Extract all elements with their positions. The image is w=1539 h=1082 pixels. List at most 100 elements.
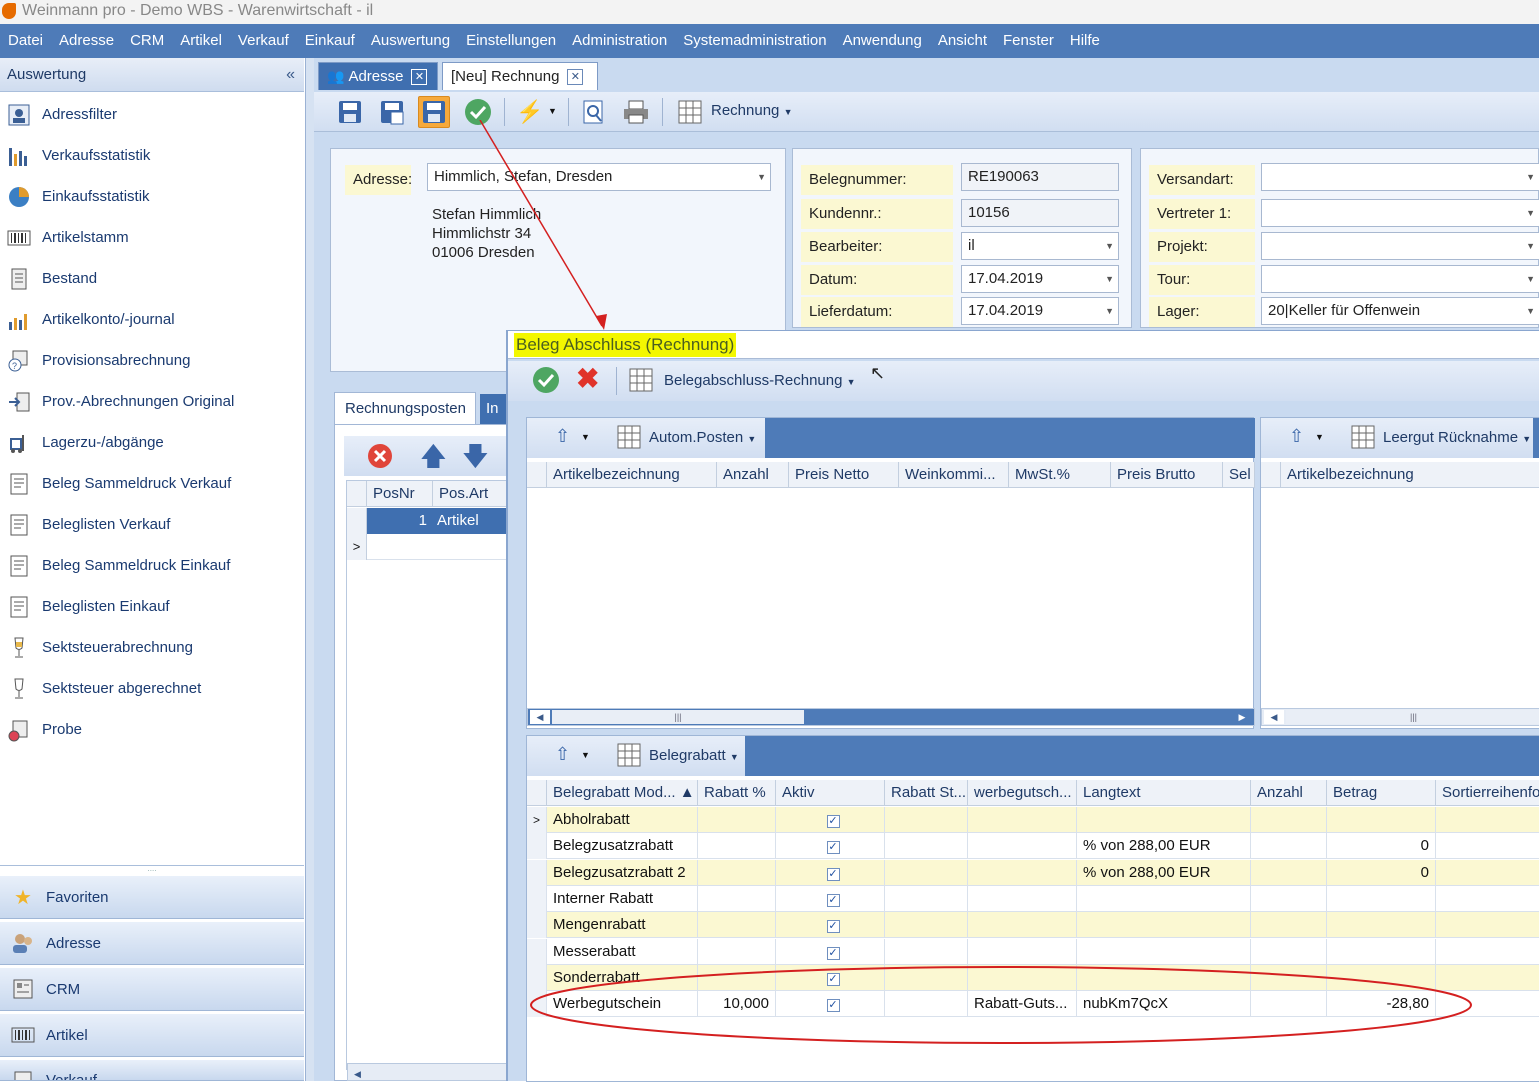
table-row[interactable]: Belegzusatzrabatt ✓ % von 288,00 EUR 0 bbox=[527, 833, 1539, 860]
cell-langtext[interactable]: % von 288,00 EUR bbox=[1077, 833, 1251, 860]
column-rabatt-prozent[interactable]: Rabatt % bbox=[698, 780, 776, 806]
cell-werbe[interactable] bbox=[968, 833, 1077, 860]
leergut-dropdown[interactable]: Leergut Rücknahme ▼ bbox=[1383, 429, 1531, 446]
sidebar-item-einkaufsstatistik[interactable]: Einkaufsstatistik bbox=[0, 176, 304, 217]
cancel-button[interactable]: ✖ bbox=[576, 364, 599, 394]
export-icon[interactable]: ⇧ bbox=[555, 426, 570, 447]
cell-rabatt[interactable] bbox=[698, 885, 776, 912]
cell-st[interactable] bbox=[885, 885, 968, 912]
tab-adresse[interactable]: 👥 Adresse ✕ bbox=[318, 62, 438, 90]
column-preis-brutto[interactable]: Preis Brutto bbox=[1111, 462, 1223, 488]
cell-name[interactable]: Belegzusatzrabatt 2 bbox=[547, 859, 698, 886]
sidebar-item-artikelkonto[interactable]: Artikelkonto/-journal bbox=[0, 299, 304, 340]
column-rabatt-st[interactable]: Rabatt St... bbox=[885, 780, 968, 806]
cell-betrag[interactable] bbox=[1327, 807, 1436, 833]
column-sel[interactable]: Sel bbox=[1223, 462, 1255, 488]
menu-hilfe[interactable]: Hilfe bbox=[1062, 24, 1108, 58]
cell-name[interactable]: Mengenrabatt bbox=[547, 912, 698, 939]
sidebar-item-provisionsabrechnung[interactable]: ? Provisionsabrechnung bbox=[0, 340, 304, 381]
chevron-down-icon[interactable]: ▼ bbox=[1315, 432, 1324, 442]
cell-st[interactable] bbox=[885, 833, 968, 860]
close-icon[interactable]: ✕ bbox=[567, 68, 584, 85]
column-langtext[interactable]: Langtext bbox=[1077, 780, 1251, 806]
save-new-button[interactable] bbox=[376, 96, 408, 128]
cell-sort[interactable] bbox=[1436, 807, 1539, 833]
cell-langtext[interactable] bbox=[1077, 885, 1251, 912]
nav-favoriten[interactable]: ★ Favoriten bbox=[0, 875, 304, 919]
menu-crm[interactable]: CRM bbox=[122, 24, 172, 58]
column-weinkommission[interactable]: Weinkommi... bbox=[899, 462, 1009, 488]
cell-name[interactable]: Interner Rabatt bbox=[547, 885, 698, 912]
menu-adresse[interactable]: Adresse bbox=[51, 24, 122, 58]
sidebar-splitter[interactable]: .... bbox=[0, 865, 304, 873]
print-icon[interactable] bbox=[620, 96, 652, 128]
cell-werbe[interactable] bbox=[968, 859, 1077, 886]
menu-einstellungen[interactable]: Einstellungen bbox=[458, 24, 564, 58]
menu-artikel[interactable]: Artikel bbox=[172, 24, 230, 58]
aktiv-checkbox[interactable]: ✓ bbox=[826, 841, 840, 855]
new-row[interactable] bbox=[367, 534, 515, 560]
column-leergut-artikelbezeichnung[interactable]: Artikelbezeichnung bbox=[1281, 462, 1539, 488]
aktiv-checkbox[interactable]: ✓ bbox=[826, 867, 840, 881]
table-row[interactable]: > Abholrabatt ✓ bbox=[527, 807, 1539, 833]
tab-neu-rechnung[interactable]: [Neu] Rechnung ✕ bbox=[442, 62, 598, 90]
aktiv-checkbox[interactable]: ✓ bbox=[826, 893, 840, 907]
menu-einkauf[interactable]: Einkauf bbox=[297, 24, 363, 58]
move-up-icon[interactable]: 🡅 bbox=[420, 442, 447, 470]
grid-layout-icon[interactable] bbox=[617, 425, 641, 453]
menu-datei[interactable]: Datei bbox=[0, 24, 51, 58]
belegabschluss-layout-dropdown[interactable]: Belegabschluss-Rechnung ▼ bbox=[664, 372, 856, 389]
cell-anzahl[interactable] bbox=[1251, 859, 1327, 886]
grid-layout-icon[interactable] bbox=[628, 367, 654, 397]
sidebar-item-prov-abrechnungen-original[interactable]: Prov.-Abrechnungen Original bbox=[0, 381, 304, 422]
column-preis-netto[interactable]: Preis Netto bbox=[789, 462, 899, 488]
export-icon[interactable]: ⇧ bbox=[1289, 426, 1304, 447]
cell-langtext[interactable] bbox=[1077, 807, 1251, 833]
datum-field[interactable]: 17.04.2019 ▼ bbox=[961, 265, 1119, 293]
grid-layout-icon[interactable] bbox=[1351, 425, 1375, 453]
column-anzahl[interactable]: Anzahl bbox=[717, 462, 789, 488]
chevron-down-icon[interactable]: ▼ bbox=[548, 106, 557, 116]
move-down-icon[interactable]: 🡇 bbox=[462, 442, 489, 470]
sidebar-item-bestand[interactable]: Bestand bbox=[0, 258, 304, 299]
versandart-select[interactable]: ▼ bbox=[1261, 163, 1539, 191]
cell-werbe[interactable] bbox=[968, 885, 1077, 912]
cell-sort[interactable] bbox=[1436, 860, 1539, 886]
cell-werbe[interactable] bbox=[968, 912, 1077, 939]
chevron-down-icon[interactable]: ▼ bbox=[581, 432, 590, 442]
kundennr-field[interactable]: 10156 bbox=[961, 199, 1119, 227]
menu-anwendung[interactable]: Anwendung bbox=[835, 24, 930, 58]
leergut-scrollbar[interactable]: ◀ ||| bbox=[1261, 708, 1539, 726]
nav-artikel[interactable]: Artikel bbox=[0, 1013, 304, 1057]
delete-row-icon[interactable] bbox=[366, 442, 394, 474]
sidebar-item-sektsteuerabrechnung[interactable]: Sektsteuerabrechnung bbox=[0, 627, 304, 668]
cell-rabatt[interactable] bbox=[698, 912, 776, 939]
cell-rabatt[interactable] bbox=[698, 859, 776, 886]
nav-verkauf[interactable]: Verkauf bbox=[0, 1059, 304, 1081]
autom-posten-dropdown[interactable]: Autom.Posten ▼ bbox=[649, 429, 756, 446]
cell-betrag[interactable]: 0 bbox=[1327, 859, 1436, 886]
sidebar-item-sektsteuer-abgerechnet[interactable]: Sektsteuer abgerechnet bbox=[0, 668, 304, 709]
cell-anzahl[interactable] bbox=[1251, 807, 1327, 833]
sidebar-item-adressfilter[interactable]: Adressfilter bbox=[0, 94, 304, 135]
column-anzahl[interactable]: Anzahl bbox=[1251, 780, 1327, 806]
sidebar-item-beleg-sammeldruck-verkauf[interactable]: Beleg Sammeldruck Verkauf bbox=[0, 463, 304, 504]
grid-layout-icon[interactable] bbox=[617, 743, 641, 771]
cell-st[interactable] bbox=[885, 807, 968, 833]
vertical-splitter[interactable] bbox=[306, 58, 314, 1081]
cell-betrag[interactable] bbox=[1327, 912, 1436, 939]
sidebar-item-probe[interactable]: Probe bbox=[0, 709, 304, 750]
cell-sort[interactable] bbox=[1436, 833, 1539, 859]
cell-werbe[interactable] bbox=[968, 807, 1077, 833]
save-button[interactable] bbox=[418, 96, 450, 128]
lager-select[interactable]: 20|Keller für Offenwein ▼ bbox=[1261, 297, 1539, 325]
lieferdatum-field[interactable]: 17.04.2019 ▼ bbox=[961, 297, 1119, 325]
collapse-sidebar-button[interactable]: « bbox=[286, 58, 295, 92]
cell-anzahl[interactable] bbox=[1251, 833, 1327, 860]
column-werbegutschein[interactable]: werbegutsch... bbox=[968, 780, 1077, 806]
cell-langtext[interactable] bbox=[1077, 912, 1251, 939]
sidebar-item-lagerzu-abgaenge[interactable]: Lagerzu-/abgänge bbox=[0, 422, 304, 463]
column-posart[interactable]: Pos.Art bbox=[433, 481, 515, 507]
menu-fenster[interactable]: Fenster bbox=[995, 24, 1062, 58]
column-betrag[interactable]: Betrag bbox=[1327, 780, 1436, 806]
